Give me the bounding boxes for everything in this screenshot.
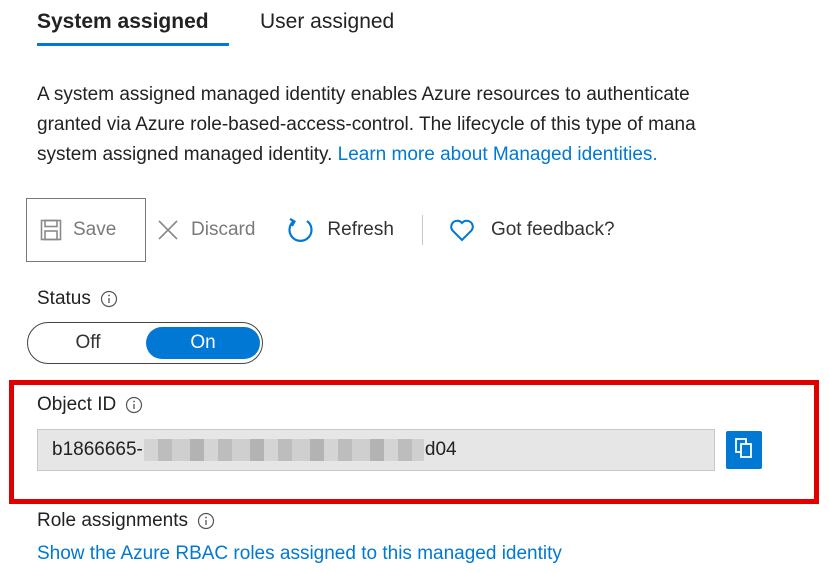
- discard-label: Discard: [191, 219, 256, 240]
- save-label: Save: [73, 219, 117, 240]
- command-bar: Save Discard Refresh Got feedback?: [26, 198, 615, 262]
- description-line-2: granted via Azure role-based-access-cont…: [37, 114, 696, 135]
- role-assignments-label: Role assignments: [37, 510, 215, 532]
- copy-icon: [734, 437, 754, 464]
- status-off-option[interactable]: Off: [32, 327, 144, 359]
- status-label: Status: [37, 288, 118, 310]
- tab-user-assigned[interactable]: User assigned: [260, 10, 394, 34]
- info-icon[interactable]: [197, 512, 215, 530]
- refresh-button[interactable]: Refresh: [285, 199, 394, 261]
- status-on-option[interactable]: On: [146, 327, 260, 359]
- info-icon[interactable]: [125, 396, 143, 414]
- status-toggle[interactable]: Off On: [27, 322, 263, 364]
- heart-icon: [449, 218, 475, 242]
- close-icon: [157, 219, 179, 241]
- status-label-text: Status: [37, 288, 91, 309]
- refresh-label: Refresh: [327, 219, 394, 240]
- tab-system-assigned[interactable]: System assigned: [37, 10, 209, 34]
- feedback-label: Got feedback?: [490, 219, 615, 240]
- role-assignments-label-text: Role assignments: [37, 510, 189, 531]
- learn-more-link[interactable]: Learn more about Managed identities.: [338, 144, 658, 165]
- description-line-3-text: system assigned managed identity.: [37, 144, 333, 165]
- object-id-value-prefix: b1866665-: [52, 439, 143, 460]
- discard-button[interactable]: Discard: [157, 199, 255, 261]
- managed-identity-page: System assigned User assigned A system a…: [0, 0, 829, 573]
- object-id-label-text: Object ID: [37, 394, 117, 415]
- toolbar-divider: [421, 215, 423, 245]
- description-line-1: A system assigned managed identity enabl…: [37, 84, 690, 105]
- object-id-field[interactable]: b1866665- d04: [37, 429, 715, 471]
- description-text: A system assigned managed identity enabl…: [37, 80, 829, 170]
- redacted-region: [143, 439, 424, 461]
- save-button[interactable]: Save: [26, 198, 146, 262]
- save-icon: [40, 219, 62, 241]
- object-id-value-suffix: d04: [424, 439, 457, 460]
- description-line-3: system assigned managed identity. Learn …: [37, 140, 829, 170]
- info-icon[interactable]: [100, 290, 118, 308]
- refresh-icon: [285, 215, 315, 245]
- copy-button[interactable]: [726, 431, 762, 469]
- active-tab-indicator: [37, 43, 229, 46]
- show-rbac-roles-link[interactable]: Show the Azure RBAC roles assigned to th…: [37, 543, 562, 565]
- feedback-button[interactable]: Got feedback?: [449, 199, 615, 261]
- object-id-label: Object ID: [37, 394, 143, 416]
